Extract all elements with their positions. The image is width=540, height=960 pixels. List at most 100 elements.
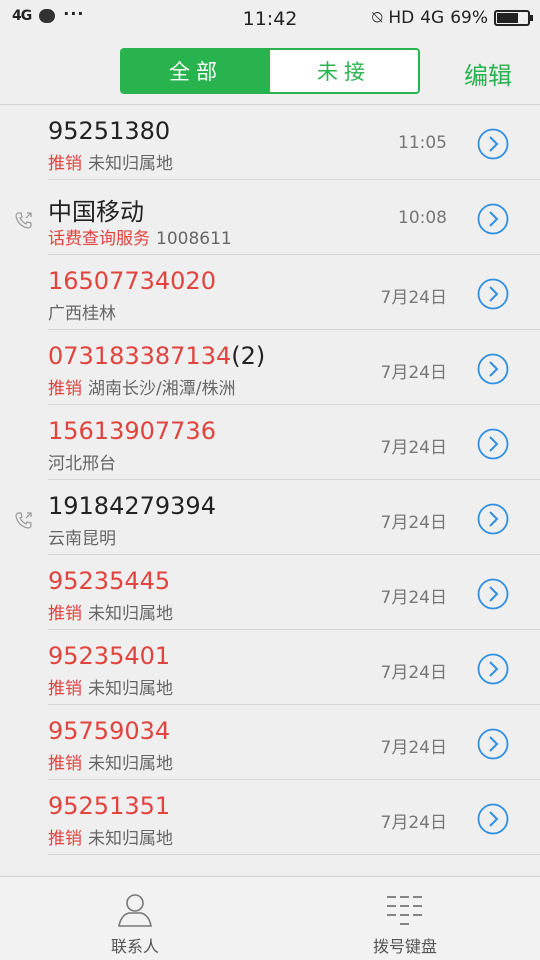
caller-tag: 推销 bbox=[48, 604, 82, 624]
caller-details: 话费查询服务 1008611 bbox=[48, 224, 232, 249]
call-details-chevron-icon[interactable] bbox=[477, 203, 509, 235]
caller-name-text: 19184279394 bbox=[48, 492, 216, 520]
caller-name: 95235401 bbox=[48, 642, 170, 670]
caller-tag: 推销 bbox=[48, 829, 82, 849]
hd-indicator: HD bbox=[388, 8, 415, 28]
tab-missed[interactable]: 未接 bbox=[270, 50, 418, 92]
call-time: 7月24日 bbox=[380, 363, 447, 383]
call-log-row[interactable]: 95759034 推销 未知归属地 7月24日 bbox=[0, 705, 540, 780]
network-indicator-right: 4G bbox=[420, 8, 445, 28]
call-time: 7月24日 bbox=[380, 513, 447, 533]
call-log-row[interactable]: 95235401 推销 未知归属地 7月24日 bbox=[0, 630, 540, 705]
caller-name-text: 95251380 bbox=[48, 117, 171, 145]
call-time: 7月24日 bbox=[380, 588, 447, 608]
edit-button[interactable]: 编辑 bbox=[464, 56, 512, 91]
caller-name-text: 95251351 bbox=[48, 792, 171, 820]
call-log-row[interactable]: 15613907736 河北邢台 7月24日 bbox=[0, 405, 540, 480]
call-log-list: 95251380 推销 未知归属地 11:05 中国移动 话费查询服务 1008611 10:… bbox=[0, 105, 540, 855]
caller-location: 河北邢台 bbox=[48, 454, 116, 474]
caller-details: 推销 未知归属地 bbox=[48, 824, 173, 849]
dialpad-tab[interactable]: 拨号键盘 bbox=[270, 877, 540, 960]
caller-details: 推销 未知归属地 bbox=[48, 749, 173, 774]
call-time: 7月24日 bbox=[380, 288, 447, 308]
call-log-row[interactable]: 中国移动话费查询服务 1008611 10:08 bbox=[0, 180, 540, 255]
call-log-row[interactable]: 95251351 推销 未知归属地 7月24日 bbox=[0, 780, 540, 855]
call-details-chevron-icon[interactable] bbox=[477, 278, 509, 310]
caller-name: 16507734020 bbox=[48, 267, 216, 295]
contacts-tab[interactable]: 联系人 bbox=[0, 877, 270, 960]
caller-details: 广西桂林 bbox=[48, 299, 116, 324]
status-right: ⍉ HD 4G 69% bbox=[372, 8, 533, 28]
caller-location: 未知归属地 bbox=[88, 754, 173, 774]
call-details-chevron-icon[interactable] bbox=[477, 353, 509, 385]
call-details-chevron-icon[interactable] bbox=[477, 128, 509, 160]
caller-name-text: 95759034 bbox=[48, 717, 171, 745]
caller-location: 广西桂林 bbox=[48, 304, 116, 324]
call-details-chevron-icon[interactable] bbox=[477, 428, 509, 460]
call-log-row[interactable]: 95251380 推销 未知归属地 11:05 bbox=[0, 105, 540, 180]
caller-location: 1008611 bbox=[156, 229, 232, 249]
call-log-row[interactable]: 16507734020 广西桂林 7月24日 bbox=[0, 255, 540, 330]
call-details-chevron-icon[interactable] bbox=[477, 503, 509, 535]
call-details-chevron-icon[interactable] bbox=[477, 653, 509, 685]
caller-name: 95251380 bbox=[48, 117, 170, 145]
alarm-off-icon: ⍉ bbox=[372, 8, 383, 28]
caller-name: 073183387134(2) bbox=[48, 342, 265, 370]
outgoing-call-icon bbox=[15, 212, 32, 229]
caller-name-text: 073183387134 bbox=[48, 342, 232, 370]
caller-location: 湖南长沙/湘潭/株洲 bbox=[88, 379, 236, 399]
call-time: 10:08 bbox=[398, 208, 447, 228]
caller-tag: 话费查询服务 bbox=[48, 229, 150, 249]
caller-location: 未知归属地 bbox=[88, 829, 173, 849]
call-filter-segment: 全部 未接 bbox=[120, 48, 420, 94]
call-log-header: 全部 未接 编辑 bbox=[0, 36, 540, 104]
battery-icon bbox=[494, 10, 533, 26]
contacts-tab-label: 联系人 bbox=[110, 937, 159, 956]
bottom-navigation: 联系人 拨号键盘 bbox=[0, 876, 540, 960]
caller-name: 15613907736 bbox=[48, 417, 216, 445]
caller-name-text: 95235401 bbox=[48, 642, 171, 670]
caller-location: 未知归属地 bbox=[88, 604, 173, 624]
caller-details: 推销 湖南长沙/湘潭/株洲 bbox=[48, 374, 235, 399]
caller-name: 95251351 bbox=[48, 792, 170, 820]
caller-tag: 推销 bbox=[48, 679, 82, 699]
caller-details: 云南昆明 bbox=[48, 524, 116, 549]
caller-details: 河北邢台 bbox=[48, 449, 116, 474]
caller-name-text: 15613907736 bbox=[48, 417, 216, 445]
caller-name-text: 16507734020 bbox=[48, 267, 216, 295]
status-bar: 4G ··· 11:42 ⍉ HD 4G 69% bbox=[0, 0, 540, 36]
call-time: 11:05 bbox=[398, 133, 447, 153]
call-count: (2) bbox=[231, 342, 266, 370]
call-details-chevron-icon[interactable] bbox=[477, 803, 509, 835]
caller-location: 未知归属地 bbox=[88, 154, 173, 174]
call-time: 7月24日 bbox=[380, 663, 447, 683]
caller-details: 推销 未知归属地 bbox=[48, 674, 173, 699]
caller-details: 推销 未知归属地 bbox=[48, 149, 173, 174]
dialpad-tab-label: 拨号键盘 bbox=[372, 937, 437, 956]
caller-location: 云南昆明 bbox=[48, 529, 116, 549]
caller-tag: 推销 bbox=[48, 754, 82, 774]
battery-text: 69% bbox=[450, 8, 488, 28]
person-icon bbox=[118, 894, 152, 927]
outgoing-call-icon bbox=[15, 512, 32, 529]
caller-name: 中国移动 bbox=[48, 192, 144, 227]
caller-location: 未知归属地 bbox=[88, 679, 173, 699]
row-divider bbox=[48, 854, 540, 855]
call-log-row[interactable]: 95235445 推销 未知归属地 7月24日 bbox=[0, 555, 540, 630]
call-time: 7月24日 bbox=[380, 738, 447, 758]
call-time: 7月24日 bbox=[380, 813, 447, 833]
tab-all[interactable]: 全部 bbox=[122, 50, 270, 92]
call-log-row[interactable]: 073183387134(2) 推销 湖南长沙/湘潭/株洲 7月24日 bbox=[0, 330, 540, 405]
caller-tag: 推销 bbox=[48, 154, 82, 174]
call-details-chevron-icon[interactable] bbox=[477, 578, 509, 610]
call-time: 7月24日 bbox=[380, 438, 447, 458]
caller-details: 推销 未知归属地 bbox=[48, 599, 173, 624]
caller-name: 19184279394 bbox=[48, 492, 216, 520]
call-details-chevron-icon[interactable] bbox=[477, 728, 509, 760]
caller-name: 95235445 bbox=[48, 567, 170, 595]
caller-tag: 推销 bbox=[48, 379, 82, 399]
call-log-row[interactable]: 19184279394 云南昆明 7月24日 bbox=[0, 480, 540, 555]
caller-name-text: 中国移动 bbox=[48, 198, 144, 226]
caller-name: 95759034 bbox=[48, 717, 170, 745]
dialpad-icon bbox=[387, 896, 422, 925]
